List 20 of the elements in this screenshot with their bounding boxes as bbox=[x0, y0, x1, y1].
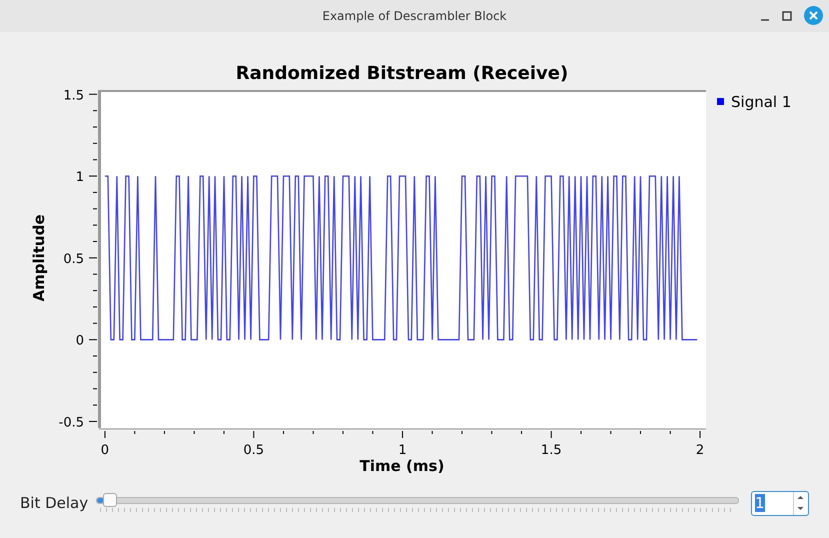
chart-title: Randomized Bitstream (Receive) bbox=[236, 63, 568, 84]
legend-label: Signal 1 bbox=[731, 93, 792, 111]
window-title: Example of Descrambler Block bbox=[322, 9, 507, 23]
x-tick-label: 2 bbox=[696, 443, 704, 458]
y-tick-label: -0.5 bbox=[58, 415, 84, 430]
x-tick-label: 1.5 bbox=[540, 443, 562, 458]
x-tick-label: 0.5 bbox=[243, 443, 264, 458]
y-tick-label: 0 bbox=[76, 334, 84, 349]
y-tick-label: 1.5 bbox=[63, 88, 84, 104]
y-tick-label: 0.5 bbox=[63, 252, 84, 267]
spin-box[interactable]: 1 bbox=[751, 490, 809, 516]
x-axis-title: Time (ms) bbox=[360, 457, 444, 475]
slider-label: Bit Delay bbox=[20, 494, 88, 512]
close-icon[interactable] bbox=[804, 6, 823, 25]
maximize-icon[interactable] bbox=[782, 10, 792, 20]
y-axis-title: Amplitude bbox=[30, 214, 48, 302]
x-tick-label: 1 bbox=[398, 443, 407, 458]
y-tick-label: 1 bbox=[76, 170, 84, 186]
x-tick-label: 0 bbox=[100, 443, 110, 458]
slider-thumb[interactable] bbox=[102, 493, 117, 507]
